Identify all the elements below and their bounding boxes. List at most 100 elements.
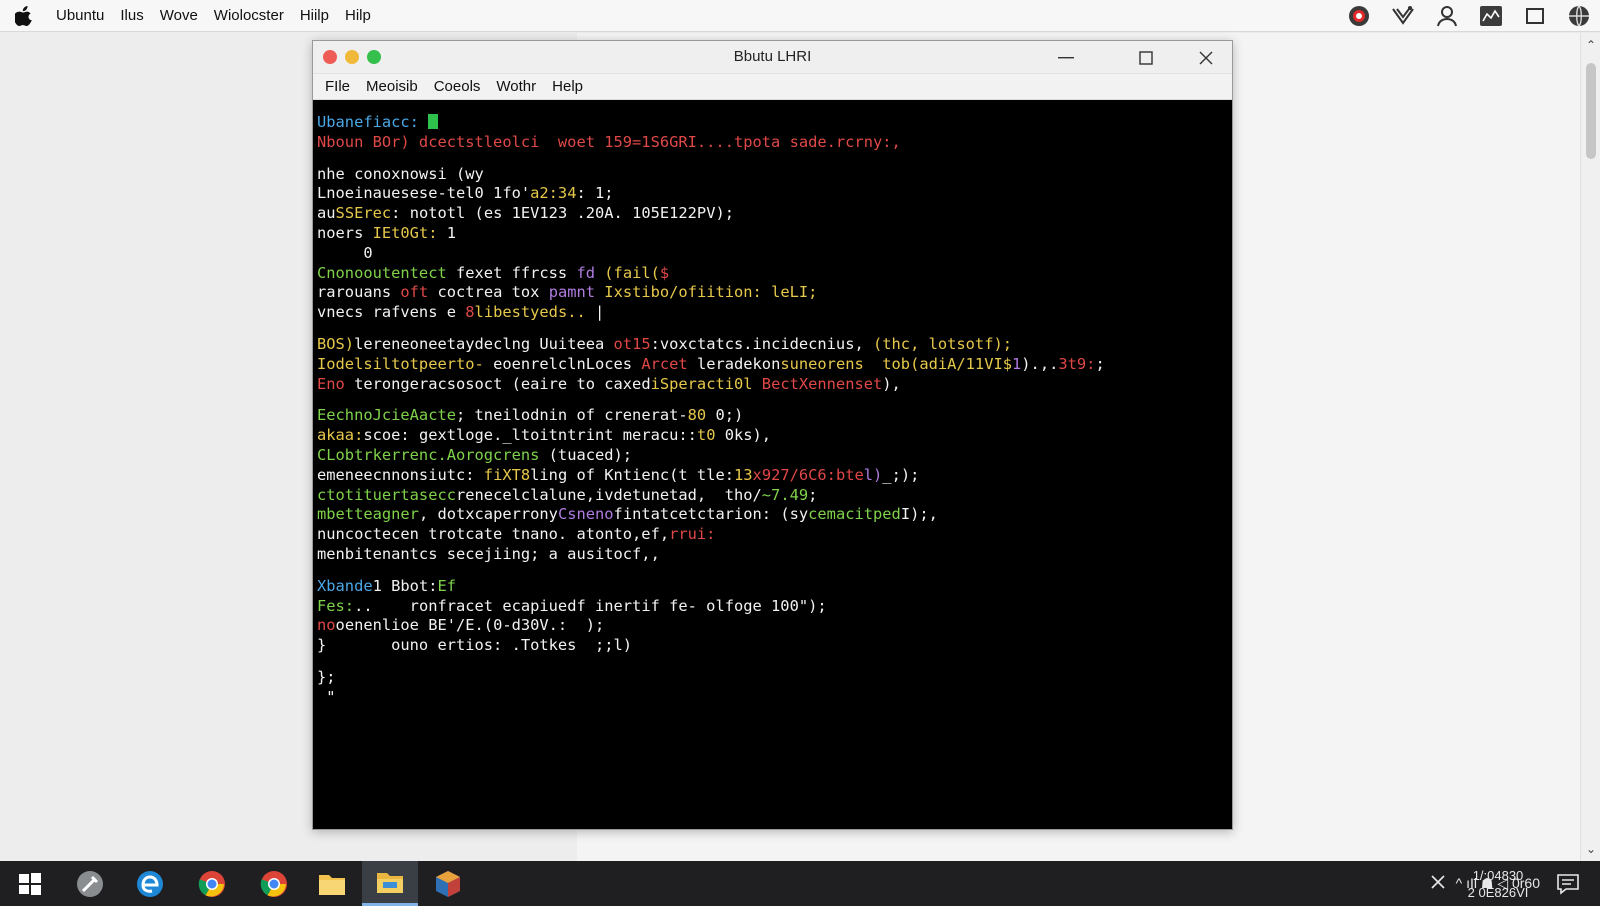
network-icon[interactable]	[1430, 874, 1446, 893]
terminal-text: Iodelsiltotpeerto-	[317, 354, 494, 373]
terminal-line: Eno terongeracsosoct (eaire to caxediSpe…	[317, 375, 1228, 395]
terminal-text: fexet ffrcss	[456, 263, 577, 282]
terminal-text: renecelclalune,ivdetunetad, tho/	[456, 485, 762, 504]
tool-app-icon[interactable]	[62, 861, 118, 906]
terminal-text: ).,.	[1021, 354, 1059, 373]
user-icon[interactable]	[1434, 3, 1460, 29]
clock-date: 2 0E826VI	[1467, 885, 1529, 900]
activity-monitor-icon[interactable]	[1478, 3, 1504, 29]
taskbar: ^ ıIl ☗ ◁ 0r60 1/:04830 2 0E826VI	[0, 861, 1600, 906]
terminal-text: 0;)	[706, 406, 744, 425]
terminal-text: _;);	[882, 465, 920, 484]
terminal-line: Nboun BOr) dcectstleolci woet 159=1S6GRI…	[317, 133, 1228, 153]
clock[interactable]: 1/:04830 2 0E826VI	[1458, 867, 1538, 901]
terminal-text: fd	[576, 263, 596, 282]
terminal-text: 13	[734, 465, 753, 484]
scroll-down-icon[interactable]: ⌄	[1581, 841, 1600, 857]
record-icon[interactable]	[1346, 3, 1372, 29]
status-icons	[1346, 0, 1592, 32]
window-titlebar[interactable]: Bbutu LHRI	[313, 41, 1232, 74]
terminal-text: BectXennenset	[761, 374, 883, 393]
terminal-text: Arcet	[641, 354, 697, 373]
terminal-line: mbetteagner, dotxcaperronyCsnenofintatce…	[317, 505, 1228, 525]
terminal-line: 0	[317, 244, 1228, 264]
terminal-text: rrui:	[669, 525, 716, 544]
apple-icon[interactable]	[0, 5, 48, 26]
top-menu-item[interactable]: Hiilp	[292, 7, 337, 24]
top-menu-item[interactable]: Ilus	[112, 7, 151, 24]
terminal-line: emeneecnnonsiutc: fiXT8ling of Kntienc(t…	[317, 466, 1228, 486]
chrome-icon[interactable]	[184, 861, 240, 906]
window-icon[interactable]	[1522, 3, 1548, 29]
terminal-line: akaa:scoe: gextloge._ltoitntrint meracu:…	[317, 426, 1228, 446]
maximize-icon[interactable]	[1122, 41, 1170, 74]
terminal-text: vnecs rafvens e	[317, 303, 466, 322]
cube-app-icon[interactable]	[420, 861, 476, 906]
window-menu-item[interactable]: Help	[544, 78, 591, 95]
globe-icon[interactable]	[1566, 3, 1592, 29]
terminal-text: IEt0Gt:	[372, 223, 438, 242]
file-explorer-icon[interactable]	[362, 861, 418, 906]
terminal-line: EechnoJcieAacte; tneilodnin of crenerat-…	[317, 406, 1228, 426]
minimize-icon[interactable]	[1042, 41, 1090, 74]
terminal-text: eoenrelclnLoces	[493, 354, 642, 373]
terminal-text: cemacitped	[808, 505, 901, 524]
terminal-text: nuncoctecen trotcate tnano. atonto,ef,	[317, 525, 670, 544]
terminal-line: "	[317, 688, 1228, 708]
terminal-output[interactable]: Ubanefiacc: Nboun BOr) dcectstleolci woe…	[313, 101, 1232, 829]
edge-icon[interactable]	[122, 861, 178, 906]
terminal-line: BOS)lereneoneetaydeclng Uuiteea ot15:vox…	[317, 335, 1228, 355]
start-icon[interactable]	[2, 861, 58, 906]
terminal-text: libestyeds..	[474, 303, 586, 322]
window-menu-item[interactable]: Meoisib	[358, 78, 426, 95]
terminal-text: l)	[863, 465, 883, 484]
terminal-text: I);,	[900, 505, 938, 524]
wifi-icon[interactable]	[1390, 3, 1416, 29]
terminal-text: suneorens tob(adiA/11VI$	[780, 354, 1012, 373]
chrome-icon-2[interactable]	[246, 861, 302, 906]
terminal-text: emeneecnnonsiutc:	[317, 465, 484, 484]
folder-icon[interactable]	[304, 861, 360, 906]
terminal-text: ; tneilodnin of crenerat-	[456, 406, 688, 425]
terminal-text: (tuaced);	[548, 445, 633, 464]
terminal-window: Bbutu LHRI FIle Meoisib Coeols Wothr Help Ub…	[312, 40, 1233, 830]
close-icon[interactable]	[1182, 41, 1230, 74]
terminal-text: ;	[808, 485, 818, 504]
terminal-text: iSperacti0l	[650, 374, 762, 393]
terminal-line: noers IEt0Gt: 1	[317, 224, 1228, 244]
window-menu-item[interactable]: Wothr	[488, 78, 544, 95]
terminal-text: "	[317, 687, 336, 706]
terminal-line: Iodelsiltotpeerto- eoenrelclnLoces Arcet…	[317, 355, 1228, 375]
terminal-line: Cnonooutentect fexet ffrcss fd (fail($	[317, 264, 1228, 284]
window-title: Bbutu LHRI	[733, 48, 812, 65]
terminal-text: 0ks),	[715, 426, 772, 445]
desktop-scrollbar[interactable]: ⌃ ⌄	[1580, 33, 1600, 861]
terminal-text: au	[317, 204, 336, 223]
window-menu-item[interactable]: Coeols	[426, 78, 489, 95]
top-menu-item[interactable]: Wiolocster	[206, 7, 292, 24]
notification-icon[interactable]	[1546, 861, 1590, 906]
terminal-text: t0	[696, 426, 716, 445]
top-menu-item[interactable]: Wove	[152, 7, 206, 24]
terminal-line: };	[317, 668, 1228, 688]
terminal-text: noers	[317, 223, 373, 242]
terminal-text: Cnonooutentect	[317, 263, 456, 282]
terminal-text: lereneoneetaydeclng Uuiteea	[354, 334, 614, 353]
terminal-line: nuncoctecen trotcate tnano. atonto,ef,rr…	[317, 525, 1228, 545]
clock-time: 1/:04830	[1472, 868, 1524, 883]
top-menu-item[interactable]: Hilp	[337, 7, 379, 24]
terminal-text: Ubanefiacc:	[317, 113, 429, 131]
scroll-up-icon[interactable]: ⌃	[1581, 37, 1600, 53]
terminal-text: };	[317, 667, 336, 686]
terminal-line: nhe conoxnowsi (wy	[317, 165, 1228, 185]
terminal-text: Nboun BOr) dcectstleolci woet 159=1S6GRI…	[317, 132, 901, 151]
scrollbar-thumb[interactable]	[1586, 63, 1596, 159]
terminal-text: |	[585, 303, 605, 322]
top-menu-bar: Ubuntu Ilus Wove Wiolocster Hiilp Hilp	[0, 0, 1600, 32]
terminal-text: SSErec	[335, 204, 392, 223]
top-menu-item[interactable]: Ubuntu	[48, 7, 112, 24]
window-menu-item[interactable]: FIle	[317, 78, 358, 95]
